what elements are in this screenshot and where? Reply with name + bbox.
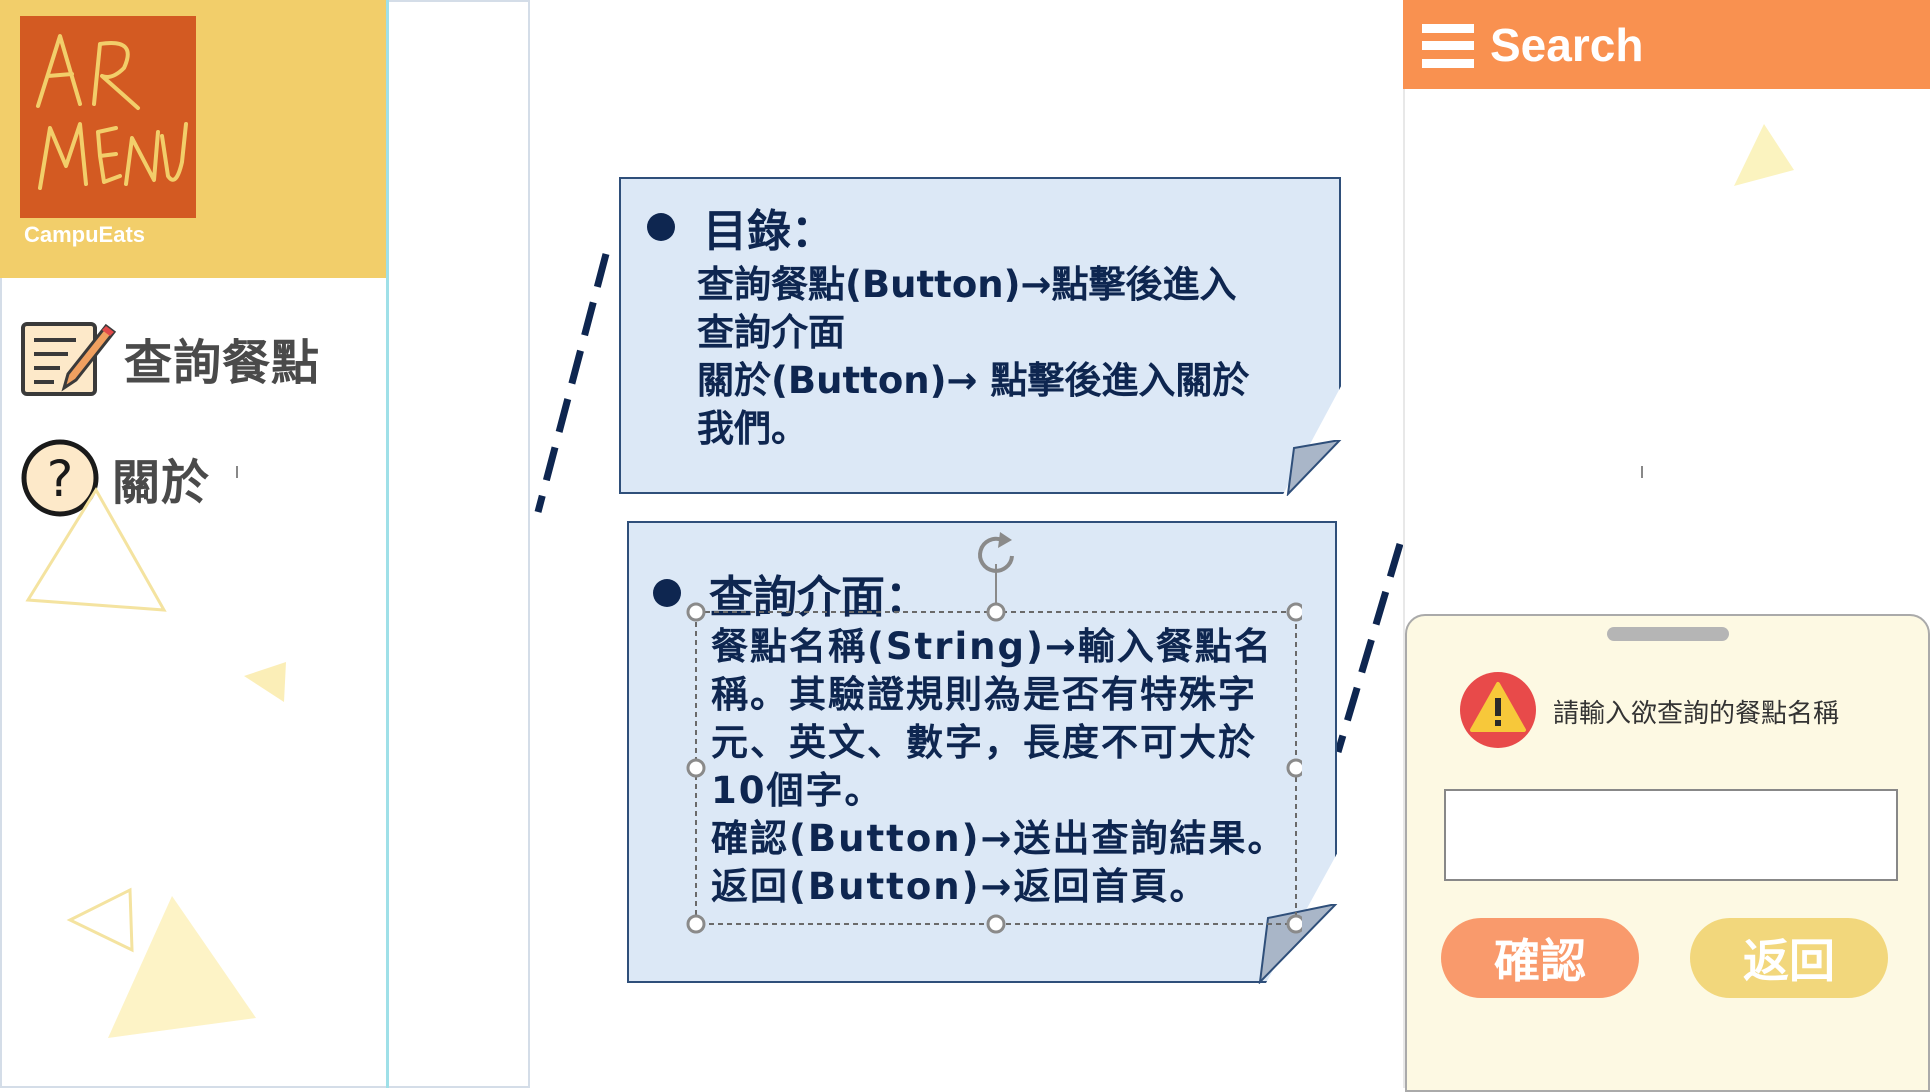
- back-button[interactable]: 返回: [1690, 918, 1888, 998]
- bullet-icon: [647, 213, 675, 241]
- divider-tick: [236, 466, 238, 478]
- note-title-text: 目錄：: [703, 206, 835, 257]
- search-page-title: Search: [1490, 19, 1644, 71]
- blank-panel: [389, 0, 530, 1088]
- decorative-triangle: [1734, 124, 1794, 186]
- bullet-icon: [653, 579, 681, 607]
- sheet-drag-handle[interactable]: [1607, 627, 1729, 641]
- meal-name-input[interactable]: [1444, 789, 1898, 881]
- text-selection-frame[interactable]: [682, 520, 1302, 940]
- note-body: 查詢餐點(Button)→點擊後進入 查詢介面 關於(Button)→ 點擊後進…: [697, 263, 1250, 450]
- search-app-bar: [1403, 0, 1930, 89]
- logo-scribble-icon: [36, 34, 188, 190]
- confirm-button[interactable]: 確認: [1441, 918, 1639, 998]
- note-page-curl: [1286, 440, 1342, 496]
- ar-menu-logo: [20, 16, 196, 218]
- hamburger-menu-icon[interactable]: [1422, 24, 1474, 68]
- decorative-triangles: [25, 487, 286, 1038]
- connector-line-right: [1334, 543, 1404, 753]
- connector-line-left: [534, 253, 610, 513]
- toc-callout-note: 目錄： 查詢餐點(Button)→點擊後進入 查詢介面 關於(Button)→ …: [619, 177, 1341, 494]
- brand-name: CampuEats: [24, 222, 146, 247]
- warning-icon: [1460, 672, 1536, 748]
- note-title: 目錄：: [647, 195, 835, 259]
- dialog-message: 請輸入欲查詢的餐點名稱: [1553, 699, 1840, 729]
- divider-tick: [1641, 466, 1643, 478]
